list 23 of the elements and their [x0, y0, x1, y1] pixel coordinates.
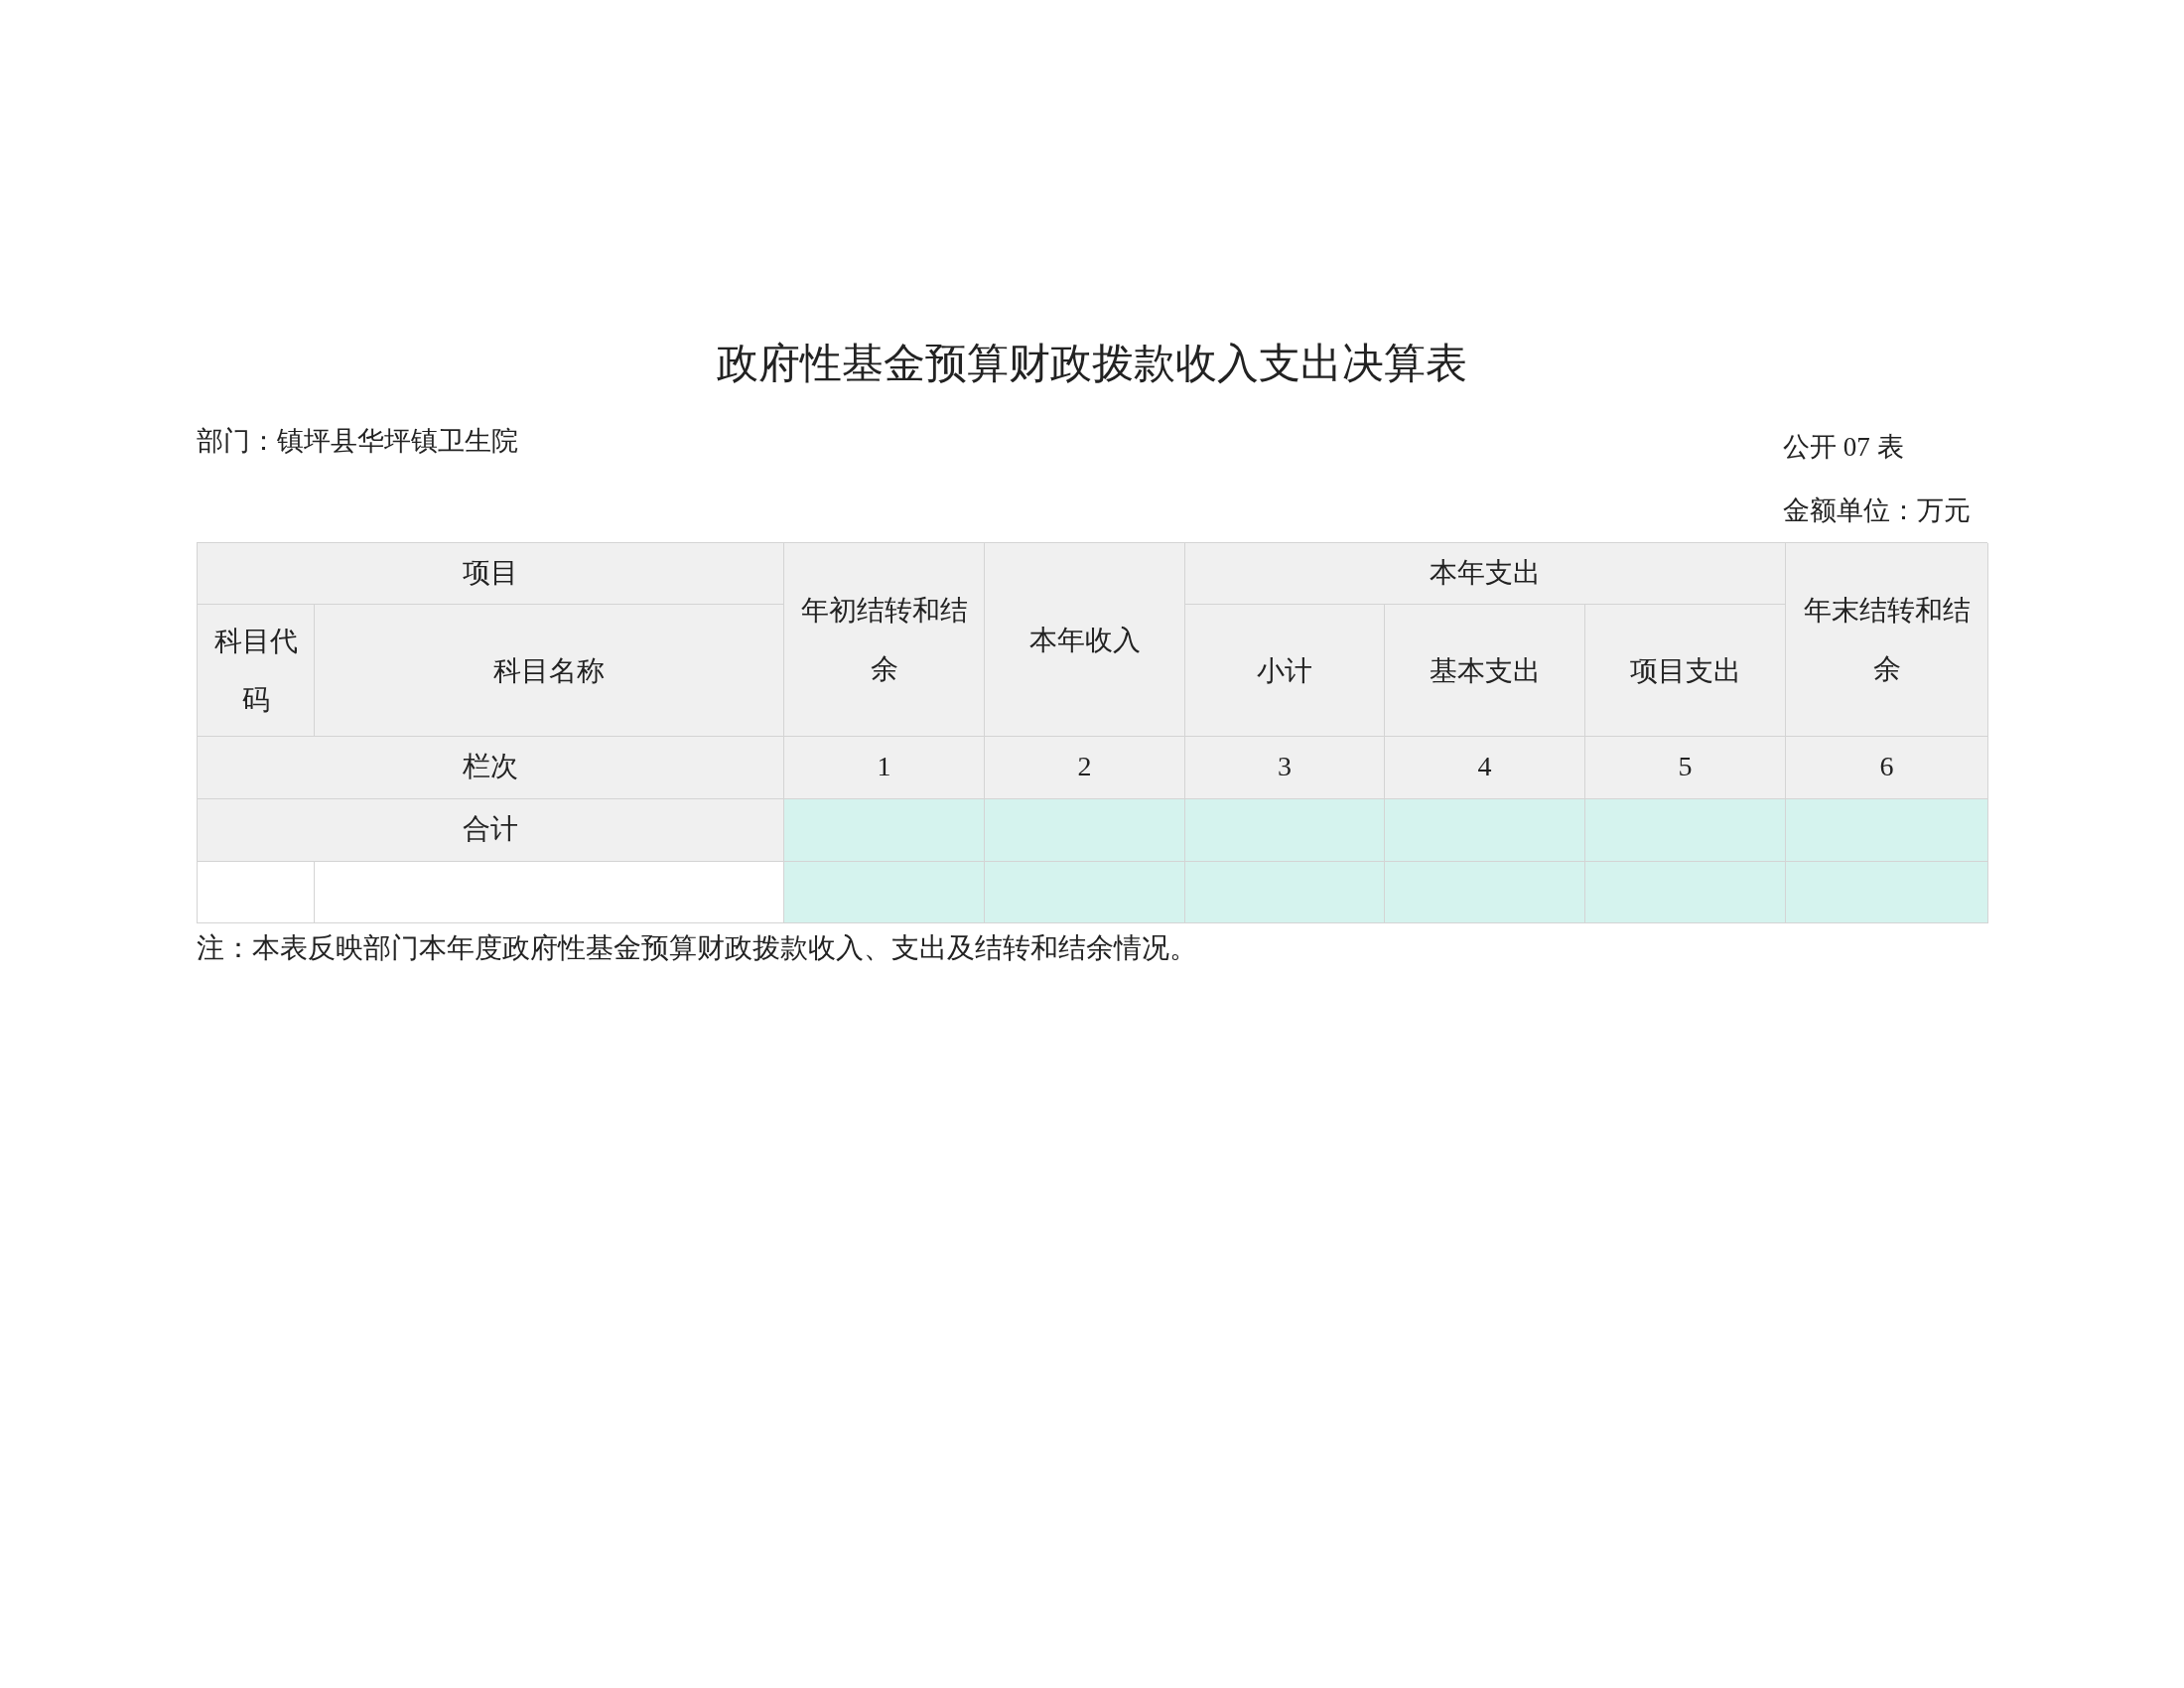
table-cell: 科目名称	[315, 605, 784, 737]
table-cell: 年初结转和结余	[784, 543, 985, 737]
document-title: 政府性基金预算财政拨款收入支出决算表	[717, 338, 1467, 389]
table-cell: 5	[1585, 737, 1786, 799]
table-cell: 合计	[198, 799, 784, 862]
table-cell: 项目支出	[1585, 605, 1786, 737]
table-cell: 栏次	[198, 737, 784, 799]
note-text: 注：本表反映部门本年度政府性基金预算财政拨款收入、支出及结转和结余情况。	[197, 931, 1198, 965]
table-cell: 1	[784, 737, 985, 799]
table-cell: 基本支出	[1385, 605, 1585, 737]
table-cell: 科目代码	[198, 605, 315, 737]
table-cell: 年末结转和结余	[1786, 543, 1988, 737]
table-cell: 本年支出	[1185, 543, 1786, 605]
unit-label: 金额单位：万元	[1783, 494, 1972, 527]
table-cell: 3	[1185, 737, 1385, 799]
department-label: 部门：镇坪县华坪镇卫生院	[197, 425, 518, 458]
table-cell: 项目	[198, 543, 784, 605]
table-cell: 2	[985, 737, 1185, 799]
table-cell: 6	[1786, 737, 1988, 799]
table-cell: 4	[1385, 737, 1585, 799]
table-cell: 本年收入	[985, 543, 1185, 737]
table-number: 公开 07 表	[1783, 431, 1905, 464]
table-cell: 小计	[1185, 605, 1385, 737]
